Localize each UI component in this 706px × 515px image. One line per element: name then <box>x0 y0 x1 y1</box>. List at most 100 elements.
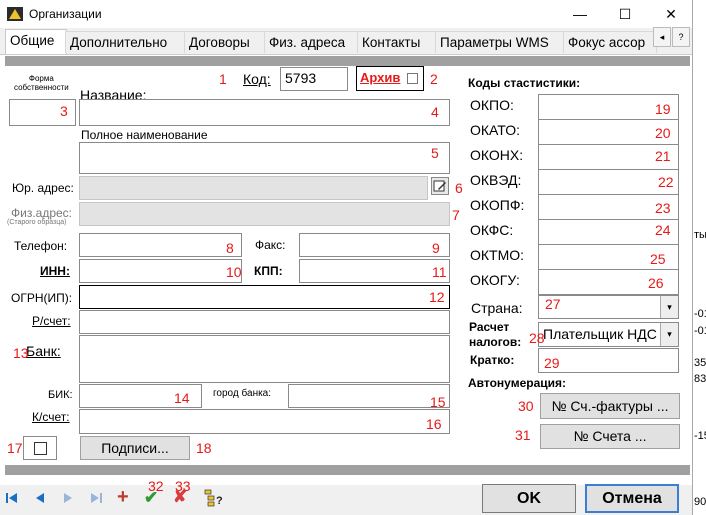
stats-title: Коды стастистики: <box>468 76 581 90</box>
tab-wms[interactable]: Параметры WMS <box>435 31 565 53</box>
tab-general[interactable]: Общие <box>5 29 67 55</box>
minimize-button[interactable]: — <box>565 4 595 24</box>
ogrn-label: ОГРН(ИП): <box>11 291 73 305</box>
ok-button[interactable]: OK <box>482 484 576 513</box>
svg-text:?: ? <box>216 495 223 507</box>
signatures-button[interactable]: Подписи... <box>80 436 190 460</box>
account-field[interactable] <box>79 310 450 334</box>
tab-scroll-left-icon[interactable]: ◂ <box>653 27 671 47</box>
background-window: ты -01 -01 35 83 -15 90 <box>693 0 706 515</box>
annotation-15: 15 <box>430 394 446 410</box>
full-name-label: Полное наименование <box>81 128 208 142</box>
fax-label: Факс: <box>255 238 286 252</box>
next-record-icon[interactable] <box>61 491 75 505</box>
fax-field[interactable] <box>299 233 450 257</box>
first-record-icon[interactable] <box>5 491 19 505</box>
help-icon[interactable]: ? <box>672 27 690 47</box>
bg-cell: -01 <box>694 325 706 337</box>
flag-checkbox-frame <box>23 436 57 460</box>
bg-cell: 35 <box>694 357 706 369</box>
annotation-3: 3 <box>60 103 68 119</box>
code-label-text: Код: <box>243 71 271 87</box>
tab-contacts[interactable]: Контакты <box>357 31 437 53</box>
annotation-10: 10 <box>226 264 242 280</box>
short-label: Кратко: <box>470 353 515 367</box>
annotation-21: 21 <box>655 148 671 164</box>
phone-field[interactable] <box>79 233 242 257</box>
bank-field[interactable] <box>79 335 450 383</box>
kpp-label: КПП: <box>254 264 283 278</box>
bank-city-field[interactable] <box>288 384 450 408</box>
name-field[interactable] <box>79 99 450 126</box>
tax-select-value: Плательщик НДС <box>543 326 657 342</box>
okato-label: ОКАТО: <box>470 122 520 138</box>
bank-city-label: город банка: <box>213 388 272 399</box>
app-icon <box>7 7 23 21</box>
archive-checkbox-box[interactable] <box>407 73 418 84</box>
close-button[interactable]: ✕ <box>656 4 686 24</box>
maximize-button[interactable]: ☐ <box>610 4 640 24</box>
bg-cell: 83 <box>694 373 706 385</box>
okved-label: ОКВЭД: <box>470 172 522 188</box>
tab-phys-addresses[interactable]: Физ. адреса <box>264 31 358 53</box>
edit-icon <box>433 180 446 192</box>
prev-record-icon[interactable] <box>33 491 47 505</box>
legal-address-field <box>79 176 428 200</box>
phys-address-sublabel: (Старого образца) <box>7 219 67 226</box>
annotation-25: 25 <box>650 251 666 267</box>
country-dropdown-icon[interactable]: ▾ <box>660 296 678 318</box>
cancel-edit-icon[interactable]: ✘ <box>173 487 187 507</box>
annotation-23: 23 <box>655 200 671 216</box>
annotation-11: 11 <box>432 264 447 280</box>
confirm-icon[interactable]: ✔ <box>144 488 158 508</box>
annotation-1: 1 <box>219 71 227 87</box>
tree-help-icon[interactable]: ? <box>204 489 224 507</box>
tab-contracts[interactable]: Договоры <box>184 31 266 53</box>
annotation-4: 4 <box>431 104 439 120</box>
annotation-2: 2 <box>430 71 438 87</box>
tax-dropdown-icon[interactable]: ▾ <box>660 323 678 346</box>
ownership-form-label: Форма собственности <box>14 74 69 92</box>
invoice-numbering-button[interactable]: № Сч.-фактуры ... <box>540 393 680 419</box>
corr-account-field[interactable] <box>79 409 450 434</box>
country-label: Страна: <box>471 300 523 316</box>
ogrn-field[interactable] <box>79 285 450 309</box>
bottom-separator <box>5 465 690 475</box>
account-numbering-button[interactable]: № Счета ... <box>540 424 680 449</box>
code-label: Код: <box>243 71 271 87</box>
inn-field[interactable] <box>79 259 242 283</box>
annotation-27: 27 <box>545 296 561 312</box>
annotation-5: 5 <box>431 145 439 161</box>
annotation-14: 14 <box>174 390 190 406</box>
autonum-label: Автонумерация: <box>468 376 567 390</box>
top-separator <box>5 56 690 66</box>
okfs-label: ОКФС: <box>470 222 514 238</box>
annotation-13: 13 <box>13 345 29 361</box>
cancel-button[interactable]: Отмена <box>585 484 679 513</box>
code-field[interactable]: 5793 <box>280 67 348 91</box>
flag-checkbox[interactable] <box>34 442 47 455</box>
annotation-24: 24 <box>655 222 671 238</box>
phys-address-label: Физ.адрес: <box>11 206 73 220</box>
annotation-16: 16 <box>426 416 442 432</box>
annotation-26: 26 <box>648 275 664 291</box>
annotation-18: 18 <box>196 440 212 456</box>
legal-address-label: Юр. адрес: <box>12 181 74 195</box>
annotation-29: 29 <box>544 355 560 371</box>
oktmo-label: ОКТМО: <box>470 247 525 263</box>
edit-address-button[interactable] <box>431 177 449 195</box>
phys-address-field <box>79 202 450 226</box>
last-record-icon[interactable] <box>89 491 103 505</box>
add-record-icon[interactable]: + <box>117 486 129 509</box>
inn-label: ИНН: <box>40 264 70 278</box>
tax-select[interactable]: Плательщик НДС ▾ <box>538 322 679 347</box>
tab-focus[interactable]: Фокус ассор <box>563 31 657 53</box>
bg-cell: -01 <box>694 308 706 320</box>
full-name-field[interactable] <box>79 142 450 174</box>
corr-account-label: К/счет: <box>32 410 70 424</box>
bg-cell: ты <box>694 229 706 241</box>
kpp-field[interactable] <box>299 259 450 283</box>
phone-label: Телефон: <box>14 239 68 253</box>
archive-checkbox[interactable]: Архив <box>356 66 424 91</box>
tab-additional[interactable]: Дополнительно <box>65 31 185 53</box>
